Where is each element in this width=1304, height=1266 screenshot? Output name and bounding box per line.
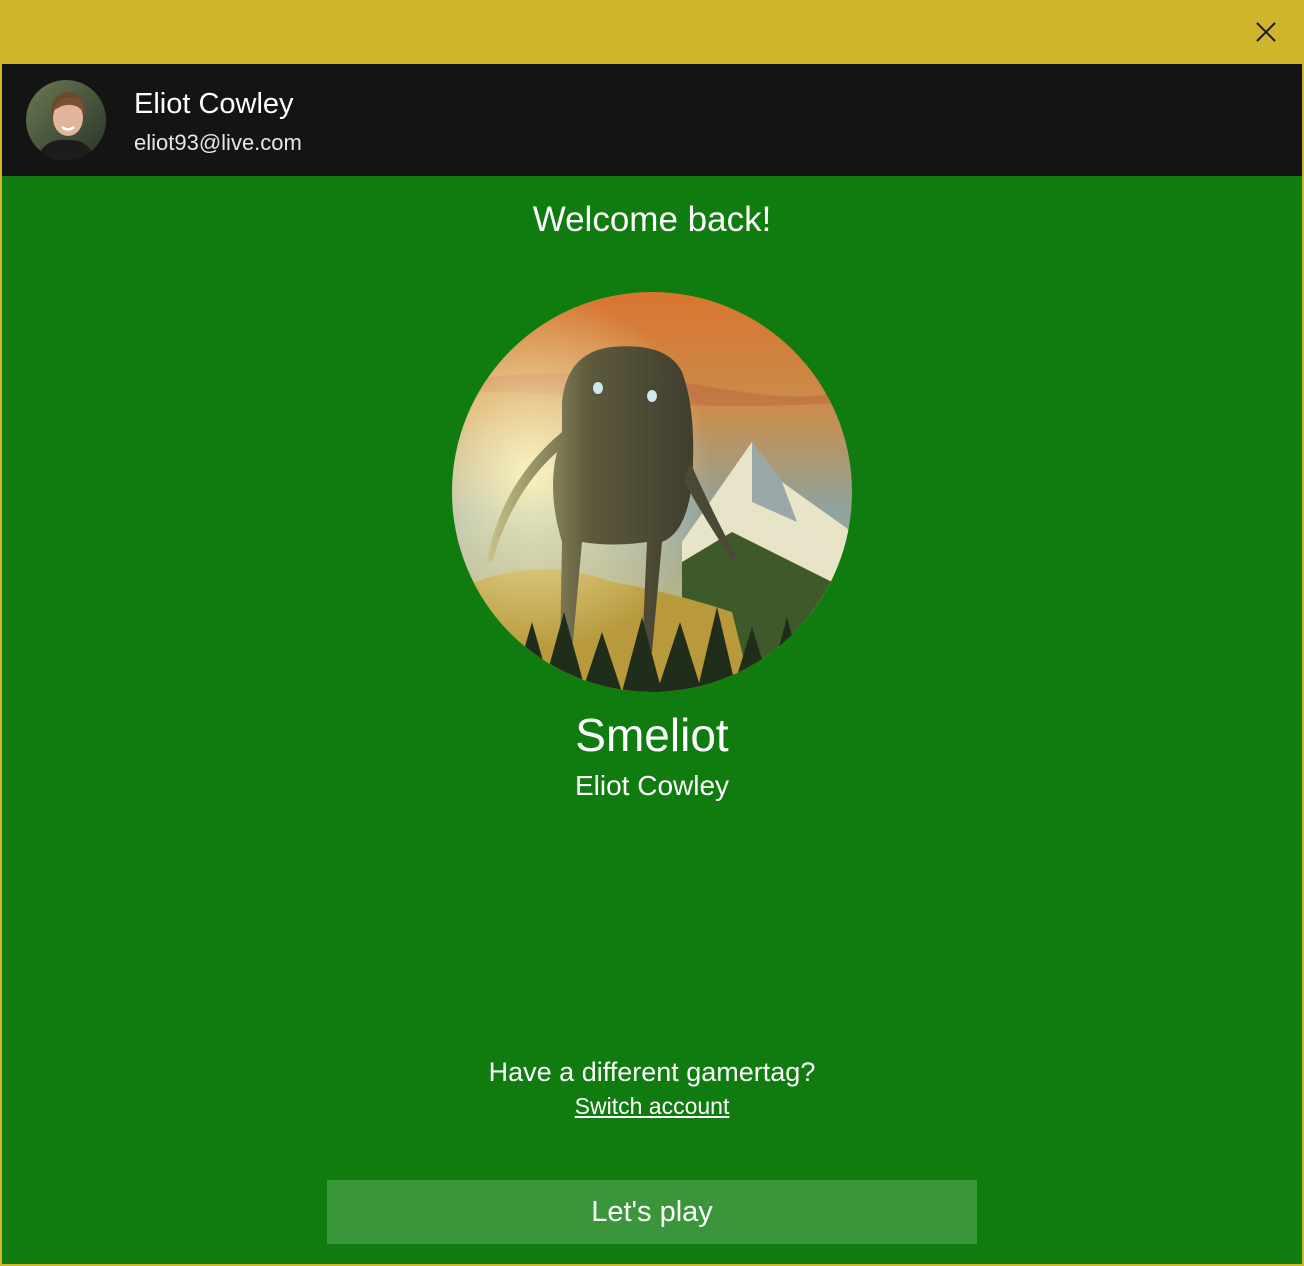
real-name: Eliot Cowley <box>574 770 730 801</box>
switch-account-container: Switch account <box>2 1093 1302 1120</box>
lets-play-button[interactable]: Let's play <box>327 1180 977 1244</box>
account-bar: Eliot Cowley eliot93@live.com <box>2 64 1302 176</box>
different-gamertag-prompt: Have a different gamertag? <box>488 1057 816 1087</box>
switch-account-link[interactable]: Switch account <box>575 1093 730 1119</box>
avatar <box>26 80 106 160</box>
account-name: Eliot Cowley <box>134 88 294 120</box>
gamertag: Smeliot <box>575 709 729 761</box>
close-icon <box>1256 22 1276 42</box>
gamerpic <box>452 292 852 692</box>
welcome-heading: Welcome back! <box>532 200 772 239</box>
close-button[interactable] <box>1248 12 1284 52</box>
account-email: eliot93@live.com <box>134 130 302 155</box>
title-bar <box>2 2 1302 64</box>
xbox-sign-in-window: Eliot Cowley eliot93@live.com Welcome ba… <box>0 0 1304 1266</box>
